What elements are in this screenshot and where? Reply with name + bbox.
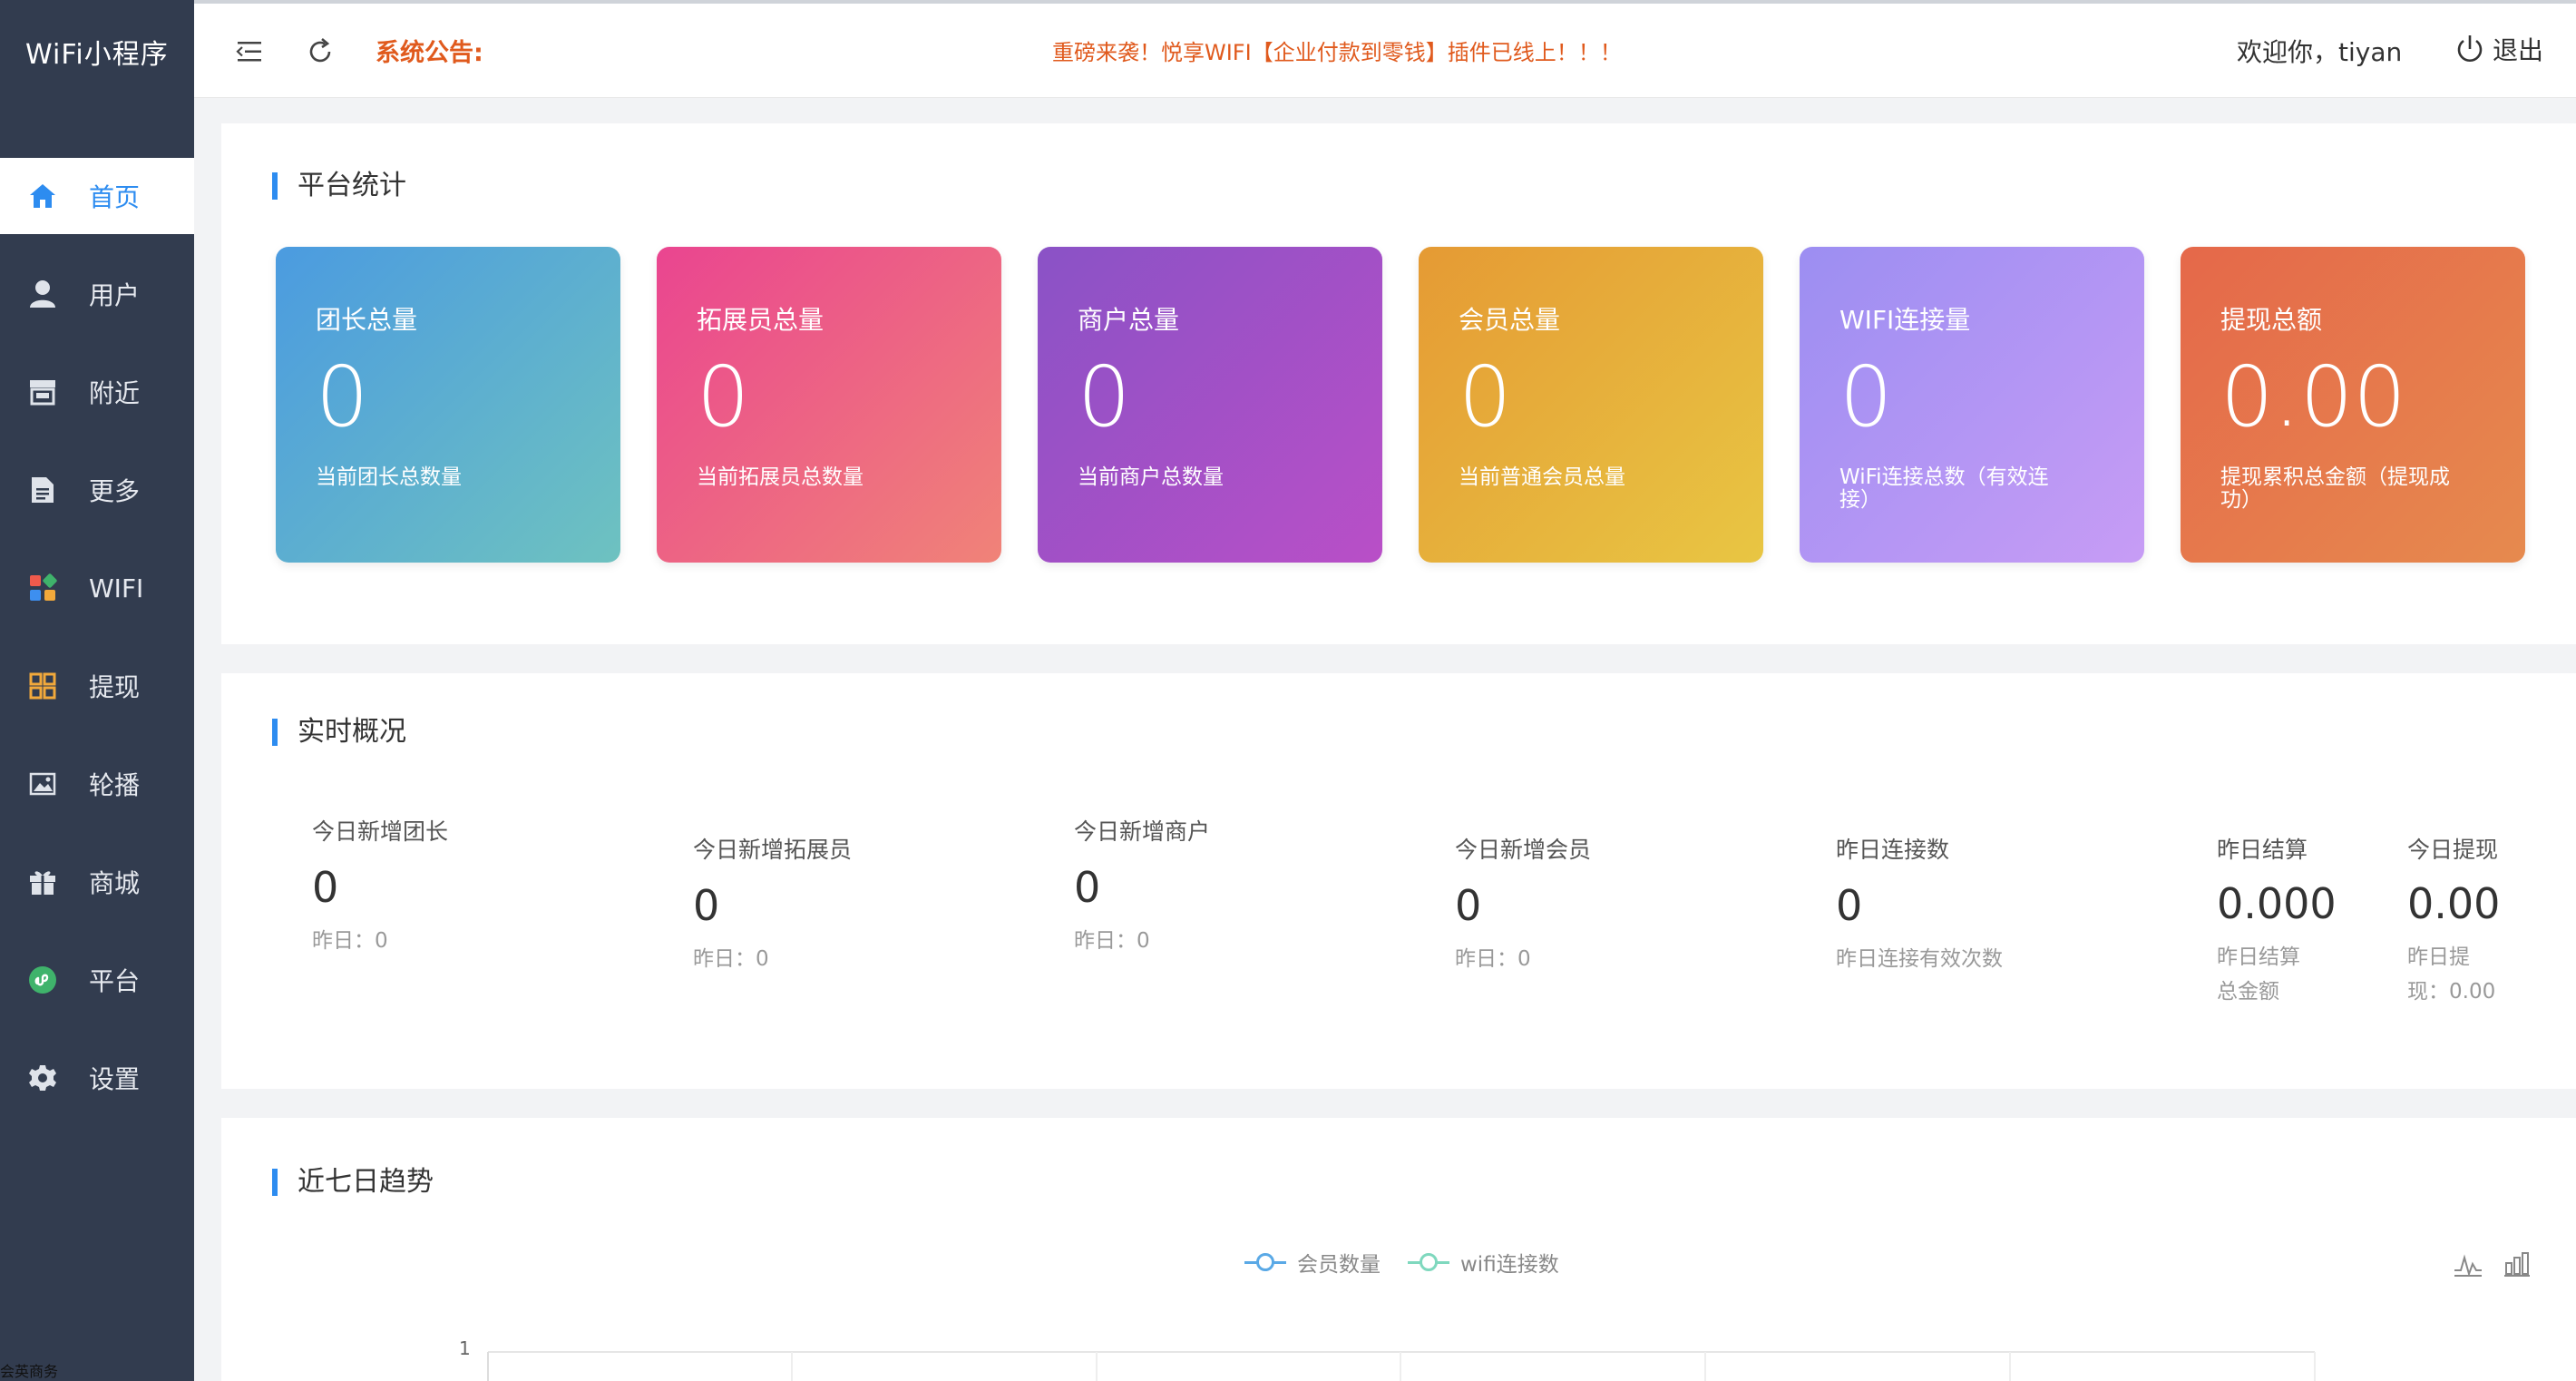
trend-chart bbox=[487, 1351, 2316, 1381]
